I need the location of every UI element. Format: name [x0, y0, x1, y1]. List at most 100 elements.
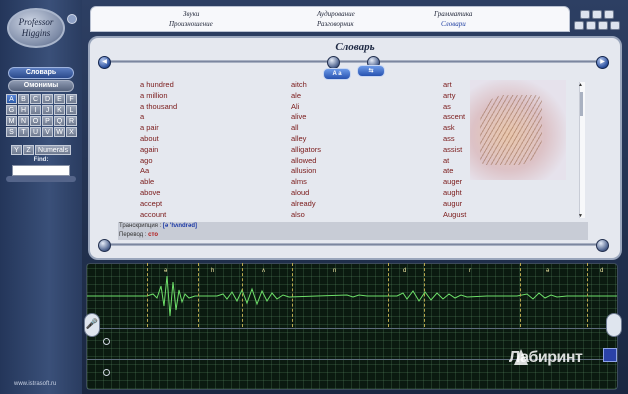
word-item[interactable]: a pair: [140, 123, 230, 134]
word-item[interactable]: aitch: [291, 80, 381, 91]
phoneme-label: ʌ: [262, 268, 265, 274]
word-item[interactable]: assist: [443, 145, 533, 156]
swap-language-button[interactable]: ⇆: [357, 65, 385, 77]
word-item[interactable]: above: [140, 188, 230, 199]
track-dot-icon[interactable]: [103, 338, 110, 345]
menu-phrasebook[interactable]: Разговорник: [317, 20, 354, 28]
letter-button[interactable]: A: [6, 94, 17, 104]
letter-button[interactable]: M: [6, 116, 17, 126]
menu-listening[interactable]: Аудирование: [317, 10, 355, 18]
word-item-selected[interactable]: a hundred: [140, 80, 174, 89]
word-item[interactable]: also: [291, 210, 381, 221]
word-item[interactable]: account: [140, 210, 230, 221]
word-item[interactable]: August: [443, 210, 533, 221]
letter-button[interactable]: D: [42, 94, 53, 104]
word-item[interactable]: alligators: [291, 145, 381, 156]
word-item[interactable]: all: [291, 123, 381, 134]
website-link[interactable]: www.istrasoft.ru: [14, 381, 56, 387]
scroll-up-icon[interactable]: ▲: [578, 82, 583, 88]
letter-button[interactable]: C: [30, 94, 41, 104]
case-toggle-button[interactable]: A a: [323, 68, 351, 80]
close-icon[interactable]: [610, 21, 620, 30]
word-item[interactable]: alley: [291, 134, 381, 145]
word-item[interactable]: a: [140, 112, 230, 123]
letter-button[interactable]: B: [18, 94, 29, 104]
menu-dictionaries[interactable]: Словари: [441, 20, 466, 28]
letter-button[interactable]: F: [66, 94, 77, 104]
word-item[interactable]: a million: [140, 91, 230, 102]
word-item[interactable]: able: [140, 177, 230, 188]
word-item[interactable]: about: [140, 134, 230, 145]
word-item[interactable]: Ali: [291, 102, 381, 113]
letter-button[interactable]: Y: [11, 145, 22, 155]
word-item[interactable]: augur: [443, 199, 533, 210]
letter-button[interactable]: Z: [23, 145, 34, 155]
letter-button[interactable]: T: [18, 127, 29, 137]
letter-button[interactable]: I: [30, 105, 41, 115]
word-item[interactable]: ago: [140, 156, 230, 167]
letter-button[interactable]: P: [42, 116, 53, 126]
word-item[interactable]: arty: [443, 91, 533, 102]
letter-button[interactable]: E: [54, 94, 65, 104]
word-item[interactable]: ask: [443, 123, 533, 134]
maximize-icon[interactable]: [598, 21, 608, 30]
word-item[interactable]: alive: [291, 112, 381, 123]
numerals-button[interactable]: Numerals: [35, 145, 71, 155]
spectrum-icon[interactable]: [603, 348, 617, 362]
word-item[interactable]: aught: [443, 188, 533, 199]
word-item[interactable]: Aa: [140, 166, 230, 177]
find-input[interactable]: [12, 165, 70, 176]
word-item[interactable]: at: [443, 156, 533, 167]
restore-icon[interactable]: [586, 21, 596, 30]
word-item[interactable]: aloud: [291, 188, 381, 199]
info-dot-icon[interactable]: [67, 14, 77, 24]
letter-button[interactable]: G: [6, 105, 17, 115]
word-item[interactable]: ale: [291, 91, 381, 102]
minimize-icon[interactable]: [574, 21, 584, 30]
menu-pronunciation[interactable]: Произношение: [169, 20, 213, 28]
word-item[interactable]: ascent: [443, 112, 533, 123]
microphone-icon[interactable]: 🎤: [84, 313, 100, 337]
phoneme-marker: [424, 263, 425, 327]
letter-button[interactable]: X: [66, 127, 77, 137]
letter-button[interactable]: H: [18, 105, 29, 115]
scroll-thumb[interactable]: [580, 92, 583, 116]
word-item[interactable]: ate: [443, 166, 533, 177]
menu-sounds[interactable]: Звуки: [183, 10, 199, 18]
menu-grammar[interactable]: Грамматика: [434, 10, 472, 18]
settings-icon[interactable]: [580, 10, 590, 19]
letter-button[interactable]: N: [18, 116, 29, 126]
letter-button[interactable]: W: [54, 127, 65, 137]
word-item[interactable]: accept: [140, 199, 230, 210]
letter-button[interactable]: L: [66, 105, 77, 115]
word-item[interactable]: auger: [443, 177, 533, 188]
word-item[interactable]: art: [443, 80, 533, 91]
find-scrollbar[interactable]: [6, 176, 76, 182]
letter-button[interactable]: S: [6, 127, 17, 137]
letter-button[interactable]: K: [54, 105, 65, 115]
print-icon[interactable]: [604, 10, 614, 19]
letter-button[interactable]: V: [42, 127, 53, 137]
word-item[interactable]: ass: [443, 134, 533, 145]
speaker-icon[interactable]: [606, 313, 622, 337]
track-dot-icon[interactable]: [103, 369, 110, 376]
letter-button[interactable]: O: [30, 116, 41, 126]
scroll-down-icon[interactable]: ▼: [578, 213, 583, 219]
phoneme-label: ə: [164, 268, 168, 274]
letter-button[interactable]: U: [30, 127, 41, 137]
letter-button[interactable]: Q: [54, 116, 65, 126]
word-item[interactable]: allusion: [291, 166, 381, 177]
help-icon[interactable]: [592, 10, 602, 19]
dictionary-mode-button[interactable]: Словарь: [8, 67, 74, 79]
prev-arrow-icon[interactable]: ◀: [98, 56, 111, 69]
word-item[interactable]: already: [291, 199, 381, 210]
letter-button[interactable]: J: [42, 105, 53, 115]
letter-button[interactable]: R: [66, 116, 77, 126]
word-item[interactable]: again: [140, 145, 230, 156]
homonyms-mode-button[interactable]: Омонимы: [8, 80, 74, 92]
word-item[interactable]: allowed: [291, 156, 381, 167]
next-arrow-icon[interactable]: ▶: [596, 56, 609, 69]
word-item[interactable]: alms: [291, 177, 381, 188]
word-item[interactable]: a thousand: [140, 102, 230, 113]
word-item[interactable]: as: [443, 102, 533, 113]
